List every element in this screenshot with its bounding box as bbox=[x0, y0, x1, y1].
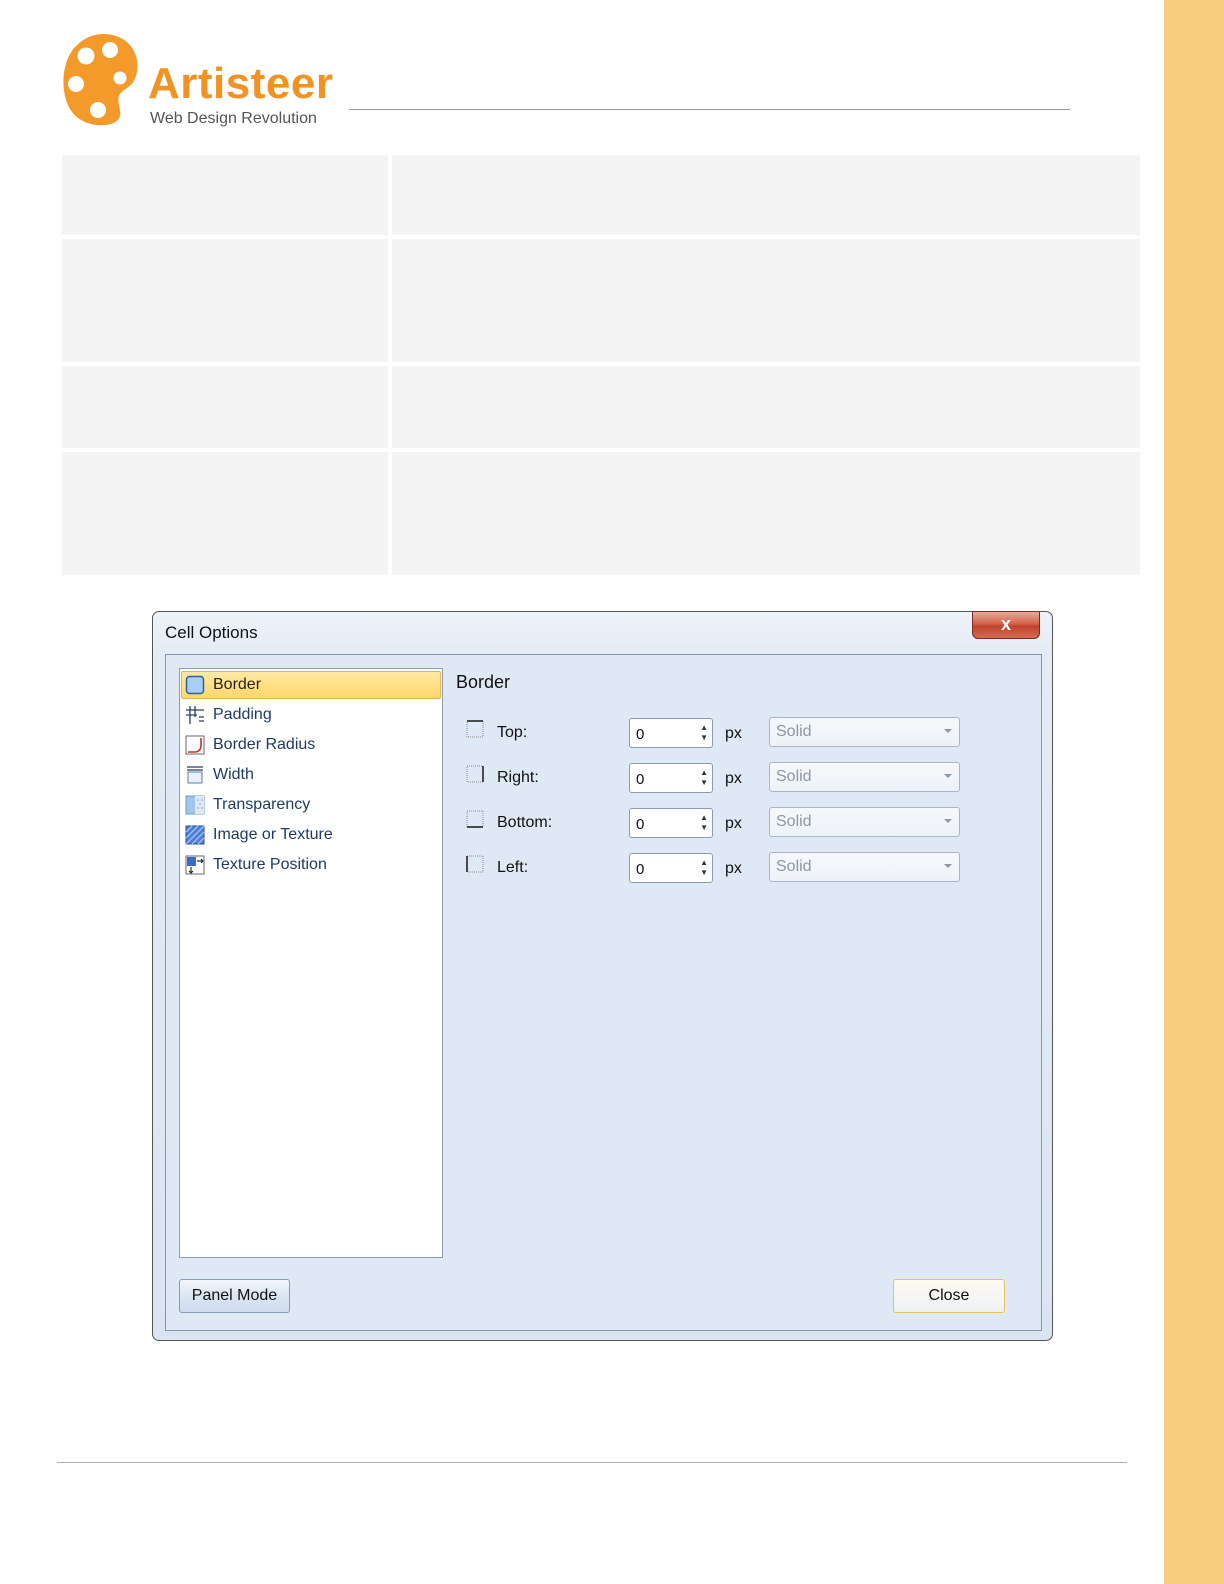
footer-divider bbox=[57, 1462, 1127, 1463]
brand-name: Artisteer bbox=[148, 59, 334, 108]
category-label: Transparency bbox=[213, 796, 311, 813]
category-label: Padding bbox=[213, 706, 272, 723]
brand-tagline: Web Design Revolution bbox=[150, 110, 317, 127]
border-left-width-input[interactable]: 0 ▲ ▼ bbox=[629, 853, 713, 883]
border-right-width-input[interactable]: 0 ▲ ▼ bbox=[629, 763, 713, 793]
category-list: Border Padding Border Radius Width Trans… bbox=[179, 668, 443, 1258]
chevron-down-icon bbox=[944, 819, 952, 823]
artisteer-logo: Artisteer Web Design Revolution bbox=[62, 32, 352, 132]
category-label: Border bbox=[213, 676, 262, 693]
select-value: Solid bbox=[776, 813, 812, 830]
border-top-row: Top: 0 ▲ ▼ px Solid bbox=[466, 717, 986, 748]
category-label: Border Radius bbox=[213, 736, 316, 753]
category-label: Width bbox=[213, 766, 254, 783]
palette-icon bbox=[63, 34, 138, 126]
table-cell bbox=[392, 155, 1140, 235]
table-row bbox=[62, 239, 1140, 362]
chevron-down-icon bbox=[944, 729, 952, 733]
border-icon bbox=[185, 675, 205, 695]
table-cell bbox=[392, 366, 1140, 448]
padding-icon bbox=[185, 705, 205, 725]
dialog-title: Cell Options bbox=[165, 623, 258, 642]
select-value: Solid bbox=[776, 858, 812, 875]
field-label: Right: bbox=[497, 769, 539, 786]
section-title: Border bbox=[456, 672, 511, 692]
unit-label: px bbox=[725, 815, 742, 832]
border-left-icon bbox=[466, 855, 484, 873]
close-button[interactable]: Close bbox=[893, 1279, 1005, 1313]
border-bottom-width-input[interactable]: 0 ▲ ▼ bbox=[629, 808, 713, 838]
input-value: 0 bbox=[636, 861, 645, 878]
border-right-row: Right: 0 ▲ ▼ px Solid bbox=[466, 762, 986, 793]
table-row bbox=[62, 366, 1140, 448]
border-bottom-icon bbox=[466, 810, 484, 828]
input-value: 0 bbox=[636, 771, 645, 788]
border-bottom-row: Bottom: 0 ▲ ▼ px Solid bbox=[466, 807, 986, 838]
table-cell bbox=[62, 239, 388, 362]
unit-label: px bbox=[725, 770, 742, 787]
spinner-arrows-icon[interactable]: ▲ ▼ bbox=[700, 858, 708, 878]
transparency-icon bbox=[185, 795, 205, 815]
content-table bbox=[62, 155, 1140, 579]
category-item-padding[interactable]: Padding bbox=[181, 701, 441, 729]
table-cell bbox=[62, 452, 388, 575]
category-item-width[interactable]: Width bbox=[181, 761, 441, 789]
field-label: Left: bbox=[497, 859, 529, 876]
table-cell bbox=[392, 239, 1140, 362]
field-label: Top: bbox=[497, 724, 528, 741]
select-value: Solid bbox=[776, 723, 812, 740]
table-cell bbox=[62, 366, 388, 448]
input-value: 0 bbox=[636, 726, 645, 743]
chevron-down-icon bbox=[944, 864, 952, 868]
border-bottom-style-select[interactable]: Solid bbox=[769, 807, 960, 837]
close-window-button[interactable]: x bbox=[972, 611, 1040, 639]
border-top-icon bbox=[466, 720, 484, 738]
side-accent-strip bbox=[1164, 0, 1224, 1584]
table-cell bbox=[392, 452, 1140, 575]
category-label: Image or Texture bbox=[213, 826, 333, 843]
category-item-texture-position[interactable]: Texture Position bbox=[181, 851, 441, 879]
image-texture-icon bbox=[185, 825, 205, 845]
category-item-image-or-texture[interactable]: Image or Texture bbox=[181, 821, 441, 849]
dialog-body: Border Padding Border Radius Width Trans… bbox=[165, 654, 1042, 1331]
select-value: Solid bbox=[776, 768, 812, 785]
category-label: Texture Position bbox=[213, 856, 327, 873]
category-item-border[interactable]: Border bbox=[181, 671, 441, 699]
cell-options-dialog: Cell Options x Border Padding Border Rad… bbox=[152, 611, 1053, 1341]
spinner-arrows-icon[interactable]: ▲ ▼ bbox=[700, 723, 708, 743]
border-left-style-select[interactable]: Solid bbox=[769, 852, 960, 882]
table-row bbox=[62, 452, 1140, 575]
spinner-arrows-icon[interactable]: ▲ ▼ bbox=[700, 813, 708, 833]
border-left-row: Left: 0 ▲ ▼ px Solid bbox=[466, 852, 986, 883]
category-item-border-radius[interactable]: Border Radius bbox=[181, 731, 441, 759]
border-radius-icon bbox=[185, 735, 205, 755]
width-icon bbox=[185, 765, 205, 785]
border-top-style-select[interactable]: Solid bbox=[769, 717, 960, 747]
unit-label: px bbox=[725, 860, 742, 877]
field-label: Bottom: bbox=[497, 814, 553, 831]
header-divider bbox=[349, 109, 1070, 110]
table-cell bbox=[62, 155, 388, 235]
input-value: 0 bbox=[636, 816, 645, 833]
spinner-arrows-icon[interactable]: ▲ ▼ bbox=[700, 768, 708, 788]
texture-position-icon bbox=[185, 855, 205, 875]
border-top-width-input[interactable]: 0 ▲ ▼ bbox=[629, 718, 713, 748]
table-row bbox=[62, 155, 1140, 235]
border-right-icon bbox=[466, 765, 484, 783]
chevron-down-icon bbox=[944, 774, 952, 778]
unit-label: px bbox=[725, 725, 742, 742]
category-item-transparency[interactable]: Transparency bbox=[181, 791, 441, 819]
border-right-style-select[interactable]: Solid bbox=[769, 762, 960, 792]
panel-mode-button[interactable]: Panel Mode bbox=[179, 1279, 290, 1313]
